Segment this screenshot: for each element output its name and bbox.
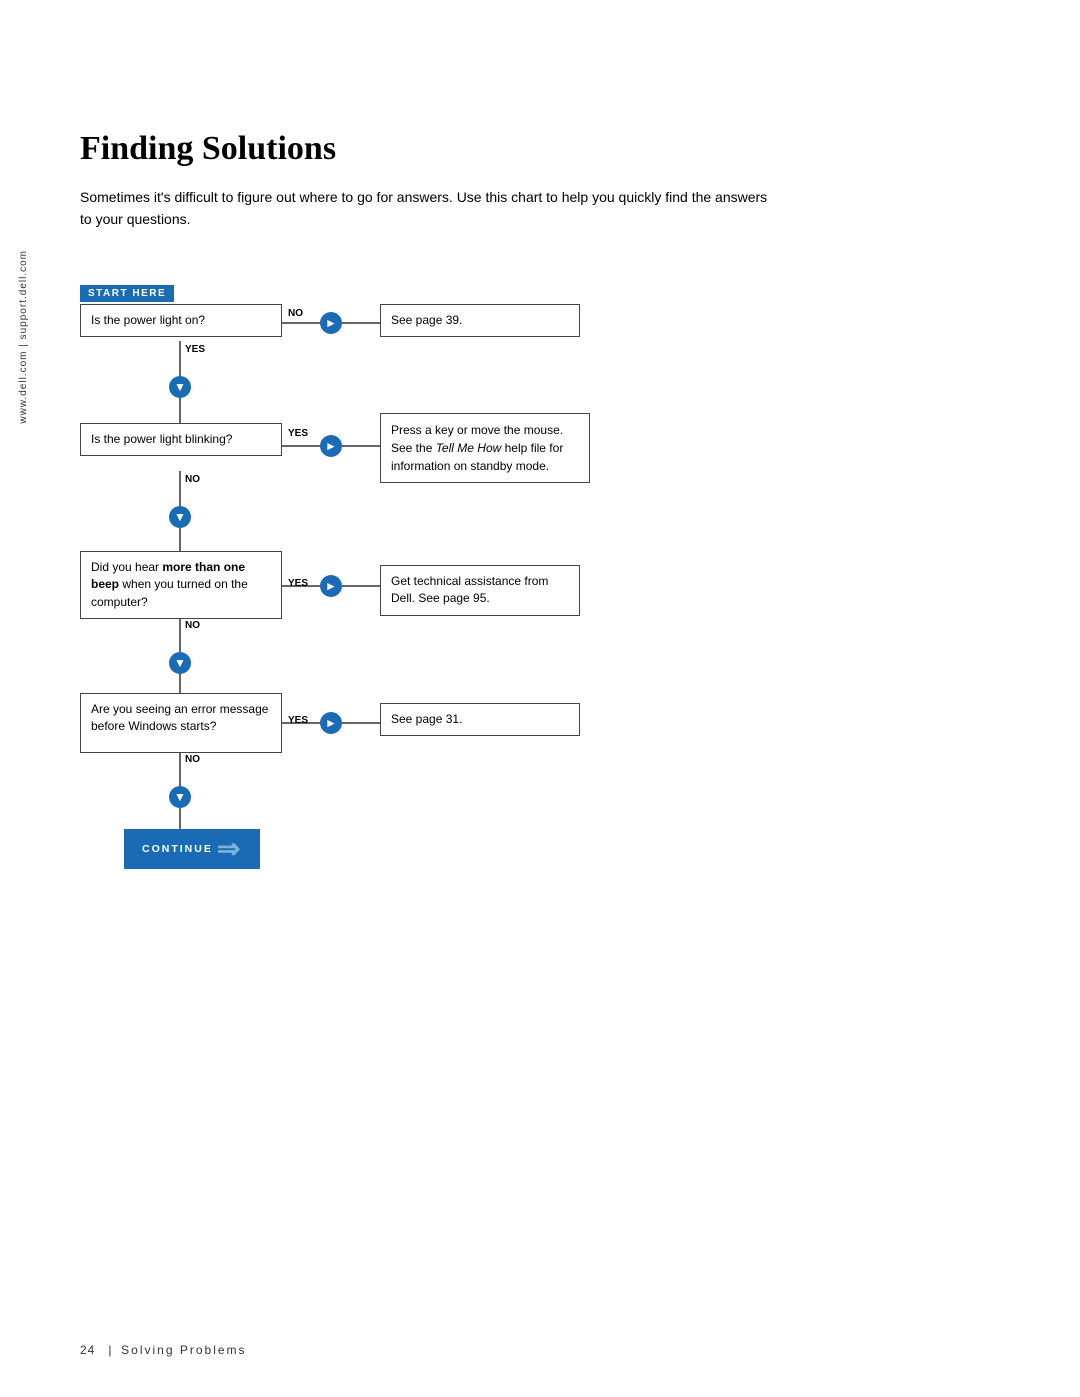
q4-yes-arrow-icon: ► xyxy=(320,712,342,734)
footer-separator: | xyxy=(100,1343,121,1357)
continue-button[interactable]: CONTINUE ⇒ xyxy=(124,829,260,869)
start-here-badge: START HERE xyxy=(80,285,174,302)
flowchart: START HERE Is the power light on? NO ► S… xyxy=(80,271,700,951)
question-2-box: Is the power light blinking? xyxy=(80,423,282,456)
q2-yes-answer: Press a key or move the mouse. See the T… xyxy=(380,413,590,483)
question-1-box: Is the power light on? xyxy=(80,304,282,337)
question-4-box: Are you seeing an error message before W… xyxy=(80,693,282,753)
q3-yes-label: YES xyxy=(288,578,308,589)
sidebar-text: www.dell.com | support.dell.com xyxy=(18,250,29,424)
q2-no-label: NO xyxy=(185,474,200,485)
q1-no-label: NO xyxy=(288,308,303,319)
main-content: Finding Solutions Sometimes it's difficu… xyxy=(80,130,1020,1397)
q4-no-arrow-icon: ▼ xyxy=(169,786,191,808)
q4-yes-answer: See page 31. xyxy=(380,703,580,736)
continue-arrow-icon: ⇒ xyxy=(217,835,242,863)
q2-yes-arrow-icon: ► xyxy=(320,435,342,457)
page-number: 24 xyxy=(80,1343,95,1357)
question-3-box: Did you hear more than one beep when you… xyxy=(80,551,282,619)
q4-no-label: NO xyxy=(185,754,200,765)
q4-yes-label: YES xyxy=(288,715,308,726)
q1-yes-label: YES xyxy=(185,344,205,355)
q3-yes-answer: Get technical assistance from Dell. See … xyxy=(380,565,580,616)
page-container: www.dell.com | support.dell.com Finding … xyxy=(0,0,1080,1397)
page-title: Finding Solutions xyxy=(80,130,1020,168)
q2-no-arrow-icon: ▼ xyxy=(169,506,191,528)
q3-yes-arrow-icon: ► xyxy=(320,575,342,597)
footer-section: Solving Problems xyxy=(121,1343,246,1357)
q1-yes-arrow-icon: ▼ xyxy=(169,376,191,398)
page-footer: 24 | Solving Problems xyxy=(80,1343,247,1357)
q3-no-label: NO xyxy=(185,620,200,631)
q1-no-arrow-icon: ► xyxy=(320,312,342,334)
q2-yes-label: YES xyxy=(288,428,308,439)
intro-text: Sometimes it's difficult to figure out w… xyxy=(80,186,780,231)
q1-no-answer: See page 39. xyxy=(380,304,580,337)
q3-no-arrow-icon: ▼ xyxy=(169,652,191,674)
